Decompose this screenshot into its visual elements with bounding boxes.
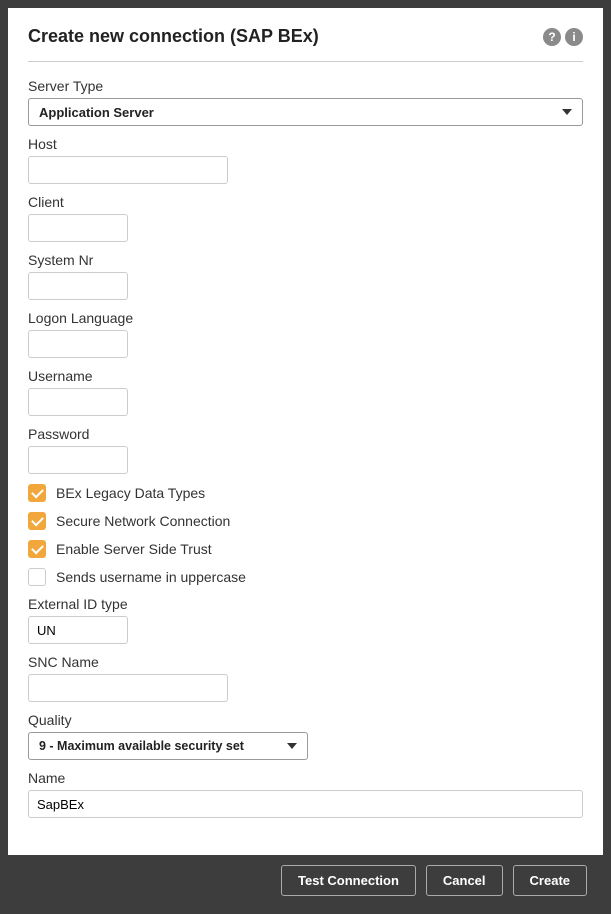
server-type-label: Server Type [28,78,583,94]
header-icons: ? i [543,28,583,46]
system-nr-label: System Nr [28,252,583,268]
divider [28,61,583,62]
uppercase-username-checkbox[interactable] [28,568,46,586]
bex-legacy-row: BEx Legacy Data Types [28,484,583,502]
username-input[interactable] [28,388,128,416]
logon-language-label: Logon Language [28,310,583,326]
password-input[interactable] [28,446,128,474]
external-id-type-group: External ID type [28,596,583,644]
snc-checkbox[interactable] [28,512,46,530]
client-group: Client [28,194,583,242]
system-nr-input[interactable] [28,272,128,300]
snc-name-group: SNC Name [28,654,583,702]
name-label: Name [28,770,583,786]
system-nr-group: System Nr [28,252,583,300]
external-id-type-input[interactable] [28,616,128,644]
host-label: Host [28,136,583,152]
snc-name-label: SNC Name [28,654,583,670]
external-id-type-label: External ID type [28,596,583,612]
logon-language-group: Logon Language [28,310,583,358]
quality-group: Quality 9 - Maximum available security s… [28,712,583,760]
username-label: Username [28,368,583,384]
test-connection-button[interactable]: Test Connection [281,865,416,896]
dialog-footer: Test Connection Cancel Create [8,855,603,906]
name-input[interactable] [28,790,583,818]
server-type-group: Server Type Application Server [28,78,583,126]
quality-select[interactable]: 9 - Maximum available security set [28,732,308,760]
server-type-value: Application Server [39,105,154,120]
chevron-down-icon [287,743,297,749]
server-side-trust-checkbox[interactable] [28,540,46,558]
client-input[interactable] [28,214,128,242]
name-group: Name [28,770,583,818]
server-side-trust-row: Enable Server Side Trust [28,540,583,558]
quality-label: Quality [28,712,583,728]
dialog-title: Create new connection (SAP BEx) [28,26,319,47]
quality-value: 9 - Maximum available security set [39,739,244,753]
dialog-body: Server Type Application Server Host Clie… [8,61,603,855]
create-button[interactable]: Create [513,865,587,896]
logon-language-input[interactable] [28,330,128,358]
client-label: Client [28,194,583,210]
server-side-trust-label: Enable Server Side Trust [56,541,212,557]
help-icon[interactable]: ? [543,28,561,46]
password-label: Password [28,426,583,442]
host-input[interactable] [28,156,228,184]
bex-legacy-label: BEx Legacy Data Types [56,485,205,501]
uppercase-username-row: Sends username in uppercase [28,568,583,586]
server-type-select[interactable]: Application Server [28,98,583,126]
uppercase-username-label: Sends username in uppercase [56,569,246,585]
dialog-header: Create new connection (SAP BEx) ? i [8,8,603,61]
password-group: Password [28,426,583,474]
create-connection-dialog: Create new connection (SAP BEx) ? i Serv… [8,8,603,906]
chevron-down-icon [562,109,572,115]
bex-legacy-checkbox[interactable] [28,484,46,502]
snc-row: Secure Network Connection [28,512,583,530]
cancel-button[interactable]: Cancel [426,865,503,896]
info-icon[interactable]: i [565,28,583,46]
host-group: Host [28,136,583,184]
username-group: Username [28,368,583,416]
snc-name-input[interactable] [28,674,228,702]
snc-label: Secure Network Connection [56,513,230,529]
